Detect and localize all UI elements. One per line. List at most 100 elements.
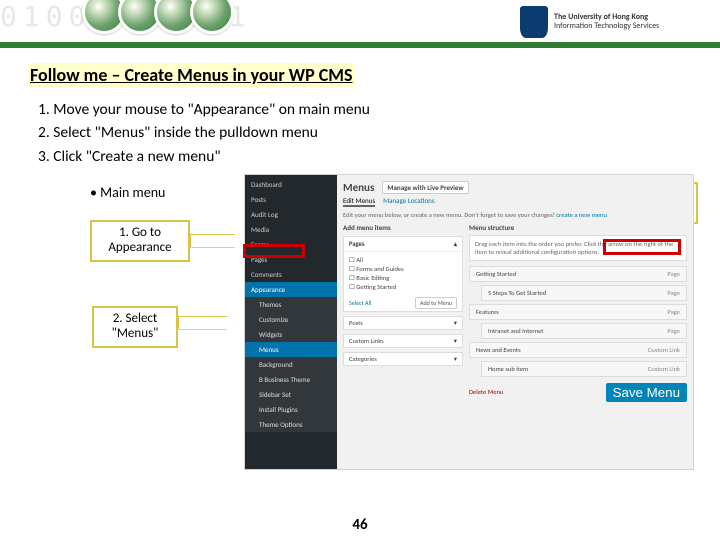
page-label: Basic Editing (356, 274, 389, 282)
step-1: 1. Move your mouse to "Appearance" on ma… (38, 98, 720, 121)
posts-panel[interactable]: Posts ▾ (343, 316, 463, 330)
org-name: The University of Hong Kong Information … (554, 13, 659, 31)
callout-appearance: 1. Go to Appearance (90, 220, 190, 262)
submenu-themeoptions[interactable]: Theme Options (245, 417, 337, 432)
submenu-theme[interactable]: B Business Theme (245, 372, 337, 387)
page-label: All (356, 256, 363, 264)
page-checkbox[interactable]: ☐ Getting Started (349, 283, 457, 291)
submenu-installplugins[interactable]: Install Plugins (245, 402, 337, 417)
wp-desc-text: Edit your menu below, or create a new me… (343, 211, 555, 219)
wp-description: Edit your menu below, or create a new me… (343, 211, 687, 219)
submenu-themes[interactable]: Themes (245, 297, 337, 312)
step-2: 2. Select "Menus" inside the pulldown me… (38, 121, 720, 144)
chevron-down-icon: ▾ (454, 355, 457, 363)
select-all-link[interactable]: Select All (349, 299, 371, 307)
tab-manage-locations[interactable]: Manage Locations (383, 196, 435, 207)
wp-sidebar: Dashboard Posts Audit Log Media Forms Pa… (245, 175, 337, 469)
globe-decoration (90, 0, 234, 34)
globe-icon (190, 0, 234, 34)
callout-pointer-icon (190, 234, 245, 248)
callout-pointer-icon (178, 316, 238, 330)
sidebar-item-media[interactable]: Media (245, 222, 337, 237)
pages-panel-body: ☐ All ☐ Forms and Guides ☐ Basic Editing… (344, 252, 462, 295)
submenu-customize[interactable]: Customize (245, 312, 337, 327)
wp-body: Menus Manage with Live Preview Edit Menu… (337, 175, 693, 469)
page-checkbox[interactable]: ☐ Basic Editing (349, 274, 457, 282)
menu-item-type: Page (667, 308, 680, 316)
add-items-heading: Add menu items (343, 223, 463, 232)
add-to-menu-button[interactable]: Add to Menu (415, 297, 457, 309)
menu-item[interactable]: 5 Steps To Get Started Page (481, 285, 687, 301)
menu-item-type: Page (667, 289, 680, 297)
wp-page-title: Menus (343, 181, 374, 194)
panel-label: Custom Links (349, 337, 384, 345)
page-number: 46 (0, 516, 720, 534)
create-new-menu-link[interactable]: create a new menu (556, 211, 607, 219)
sidebar-item-forms[interactable]: Forms (245, 237, 337, 252)
live-preview-button[interactable]: Manage with Live Preview (382, 181, 468, 194)
sidebar-item-pages[interactable]: Pages (245, 252, 337, 267)
page-label: Getting Started (356, 283, 396, 291)
delete-menu-link[interactable]: Delete Menu (469, 388, 503, 396)
menu-item-label: Features (476, 308, 499, 316)
submenu-background[interactable]: Background (245, 357, 337, 372)
pages-panel-footer: Select All Add to Menu (344, 295, 462, 311)
menu-structure-heading: Menu structure (469, 223, 687, 232)
pages-panel: Pages ▴ ☐ All ☐ Forms and Guides ☐ Basic … (343, 236, 463, 312)
menu-item[interactable]: Features Page (469, 304, 687, 320)
org-line2: Information Technology Services (554, 22, 659, 31)
save-menu-button[interactable]: Save Menu (606, 383, 687, 402)
menu-hint: Drag each item into the order you prefer… (469, 235, 687, 261)
menu-item-label: News and Events (476, 346, 521, 354)
page-checkbox[interactable]: ☐ Forms and Guides (349, 265, 457, 273)
org-logo: The University of Hong Kong Information … (520, 6, 710, 38)
sidebar-item-dashboard[interactable]: Dashboard (245, 177, 337, 192)
menu-item-label: Home sub item (488, 365, 528, 373)
submenu-widgets[interactable]: Widgets (245, 327, 337, 342)
menu-item-label: Getting Started (476, 270, 516, 278)
slide-title: Follow me – Create Menus in your WP CMS (28, 63, 355, 87)
pages-panel-title: Pages (349, 240, 364, 248)
panel-label: Posts (349, 319, 363, 327)
chevron-down-icon: ▾ (454, 337, 457, 345)
sidebar-item-posts[interactable]: Posts (245, 192, 337, 207)
title-row: Follow me – Create Menus in your WP CMS (28, 64, 720, 86)
sidebar-item-auditlog[interactable]: Audit Log (245, 207, 337, 222)
menu-item[interactable]: News and Events Custom Link (469, 342, 687, 358)
submenu-menus[interactable]: Menus (245, 342, 337, 357)
page-label: Forms and Guides (356, 265, 403, 273)
step-3: 3. Click "Create a new menu" (38, 145, 720, 168)
submenu-sidebarset[interactable]: Sidebar Set (245, 387, 337, 402)
tab-edit-menus[interactable]: Edit Menus (343, 196, 375, 207)
menu-item-label: 5 Steps To Get Started (488, 289, 546, 297)
wp-columns: Add menu items Pages ▴ ☐ All ☐ Forms and … (343, 223, 687, 402)
wordpress-screenshot: Dashboard Posts Audit Log Media Forms Pa… (244, 174, 694, 470)
university-crest-icon (520, 6, 548, 38)
sidebar-item-comments[interactable]: Comments (245, 267, 337, 282)
menu-item[interactable]: Intranet and Internet Page (481, 323, 687, 339)
menu-item-type: Page (667, 327, 680, 335)
instruction-steps: 1. Move your mouse to "Appearance" on ma… (38, 98, 720, 168)
custom-links-panel[interactable]: Custom Links ▾ (343, 334, 463, 348)
menu-item[interactable]: Getting Started Page (469, 266, 687, 282)
chevron-down-icon: ▾ (454, 319, 457, 327)
sidebar-item-appearance[interactable]: Appearance (245, 282, 337, 297)
wp-tabs: Edit Menus Manage Locations (343, 196, 687, 207)
page-checkbox[interactable]: ☐ All (349, 256, 457, 264)
categories-panel[interactable]: Categories▾ (343, 352, 463, 366)
callout-menus: 2. Select "Menus" (92, 306, 178, 348)
main-menu-label: • Main menu (90, 184, 165, 201)
menu-structure-column: Menu structure Drag each item into the o… (469, 223, 687, 402)
menu-item-label: Intranet and Internet (488, 327, 543, 335)
annotated-screenshot-area: • Main menu 1. Go to Appearance 2. Selec… (0, 174, 720, 504)
menu-item-type: Custom Link (648, 365, 680, 373)
save-row: Delete Menu Save Menu (469, 383, 687, 402)
wp-page-title-row: Menus Manage with Live Preview (343, 181, 687, 194)
menu-item[interactable]: Home sub item Custom Link (481, 361, 687, 377)
pages-panel-header[interactable]: Pages ▴ (344, 237, 462, 252)
menu-item-type: Custom Link (648, 346, 680, 354)
menu-item-type: Page (667, 270, 680, 278)
slide-header: 01001 10001 The University of Hong Kong … (0, 0, 720, 48)
chevron-up-icon: ▴ (454, 240, 457, 248)
add-menu-items-column: Add menu items Pages ▴ ☐ All ☐ Forms and … (343, 223, 463, 402)
